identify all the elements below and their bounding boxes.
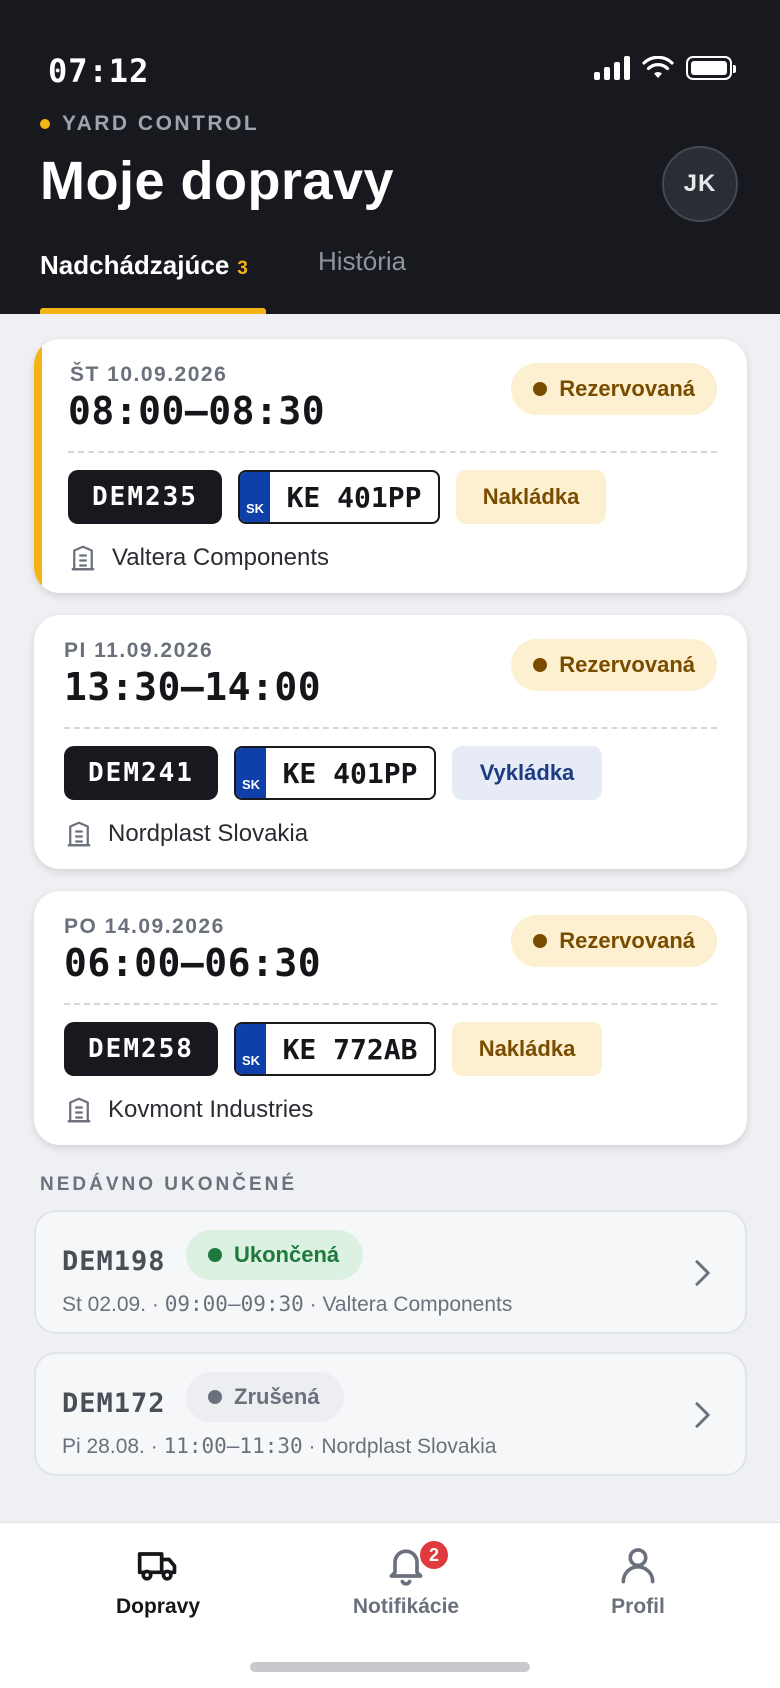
tab-active-indicator [40,308,266,314]
dem-number: DEM258 [64,1022,218,1076]
recent-day: St 02.09. · [62,1293,159,1316]
status-dot-icon [208,1390,222,1404]
company-name: Nordplast Slovakia [108,820,309,847]
operation-type-badge: Vykládka [452,746,602,800]
recent-meta: St 02.09. · 09:00–09:30 · Valtera Compon… [62,1292,512,1317]
tab-history[interactable]: História [318,246,406,277]
dem-number: DEM172 [62,1388,166,1419]
brand-text: YARD CONTROL [62,112,260,135]
nav-profil[interactable]: Profil [538,1543,738,1619]
status-badge-label: Rezervovaná [559,652,695,677]
status-badge: Rezervovaná [511,363,717,415]
card-date: ŠT 10.09.2026 [70,363,228,386]
card-date: PO 14.09.2026 [64,915,225,938]
card-tags: DEM235 SK KE 401PP Nakládka [68,470,606,524]
plate-country-code: SK [240,472,270,522]
recent-company: · Valtera Components [309,1293,513,1316]
transport-card[interactable]: PI 11.09.2026 13:30–14:00 Rezervovaná DE… [34,615,747,869]
page-title: Moje dopravy [40,151,395,211]
truck-icon [137,1552,177,1581]
nav-notifikacie[interactable]: 2 Notifikácie [306,1539,506,1619]
card-time-slot: 08:00–08:30 [68,389,326,433]
recent-meta: Pi 28.08. · 11:00–11:30 · Nordplast Slov… [62,1434,496,1459]
company-row: Kovmont Industries [64,1095,313,1125]
license-plate: SK KE 401PP [238,470,440,524]
nav-profil-label: Profil [611,1595,665,1618]
card-date: PI 11.09.2026 [64,639,214,662]
plate-number: KE 401PP [282,756,418,790]
home-indicator [250,1662,530,1672]
company-name: Valtera Components [112,544,330,571]
company-name: Kovmont Industries [108,1096,314,1123]
status-badge: Zrušená [186,1372,344,1422]
plate-country-code: SK [236,748,266,798]
brand-dot-icon [40,119,50,129]
recent-transport-item[interactable]: DEM172 Zrušená Pi 28.08. · 11:00–11:30 ·… [34,1352,747,1476]
notification-count-badge: 2 [418,1539,450,1571]
operation-type-badge: Nakládka [456,470,606,524]
dem-number: DEM241 [64,746,218,800]
card-tags: DEM258 SK KE 772AB Nakládka [64,1022,602,1076]
plate-country-code: SK [236,1024,266,1074]
status-badge: Ukončená [186,1230,364,1280]
status-badge-label: Rezervovaná [559,928,695,953]
nav-dopravy[interactable]: Dopravy [58,1543,258,1619]
company-row: Nordplast Slovakia [64,819,308,849]
status-dot-icon [533,658,548,672]
status-dot-icon [533,934,548,948]
nav-notifikacie-label: Notifikácie [352,1595,460,1618]
nav-dopravy-label: Dopravy [115,1595,201,1618]
avatar[interactable]: JK [662,146,738,222]
status-badge: Rezervovaná [511,915,717,967]
status-badge-label: Rezervovaná [559,376,695,401]
battery-icon [686,56,736,80]
app-header: 07:12 YARD CONTROL Moje dopravy JK Nadch… [0,0,780,314]
recent-company: · Nordplast Slovakia [308,1435,497,1458]
transport-card[interactable]: ŠT 10.09.2026 08:00–08:30 Rezervovaná DE… [34,339,747,593]
cellular-signal-icon [594,56,630,80]
company-row: Valtera Components [68,543,329,573]
user-icon [621,1548,655,1584]
dem-number: DEM198 [62,1246,166,1277]
building-icon [71,545,95,571]
card-tags: DEM241 SK KE 401PP Vykládka [64,746,602,800]
dem-number: DEM235 [68,470,222,524]
status-badge-label: Zrušená [234,1384,320,1409]
license-plate: SK KE 401PP [234,746,436,800]
transport-card[interactable]: PO 14.09.2026 06:00–06:30 Rezervovaná DE… [34,891,747,1145]
tab-upcoming-count: 3 [237,258,248,279]
license-plate: SK KE 772AB [234,1022,436,1076]
card-divider [68,451,717,453]
status-badge-label: Ukončená [234,1242,340,1267]
card-divider [64,1003,717,1005]
status-dot-icon [208,1248,222,1262]
recent-day: Pi 28.08. · [62,1435,158,1458]
status-dot-icon [533,382,548,396]
chevron-right-icon [695,1402,710,1428]
card-divider [64,727,717,729]
building-icon [67,821,91,847]
building-icon [67,1097,91,1123]
recent-time: 09:00–09:30 [164,1292,304,1316]
recent-transport-item[interactable]: DEM198 Ukončená St 02.09. · 09:00–09:30 … [34,1210,747,1334]
status-time: 07:12 [48,52,150,90]
plate-number: KE 401PP [286,480,422,514]
card-time-slot: 13:30–14:00 [64,665,322,709]
section-title-recent: NEDÁVNO UKONČENÉ [40,1174,298,1195]
status-icons [594,56,736,80]
operation-type-badge: Nakládka [452,1022,602,1076]
plate-number: KE 772AB [282,1032,418,1066]
brand-label: YARD CONTROL [40,112,259,136]
wifi-icon [642,56,674,78]
status-badge: Rezervovaná [511,639,717,691]
recent-time: 11:00–11:30 [163,1434,303,1458]
chevron-right-icon [695,1260,710,1286]
tab-upcoming-label: Nadchádzajúce [40,250,230,280]
card-time-slot: 06:00–06:30 [64,941,322,985]
tab-upcoming[interactable]: Nadchádzajúce 3 [40,250,248,281]
